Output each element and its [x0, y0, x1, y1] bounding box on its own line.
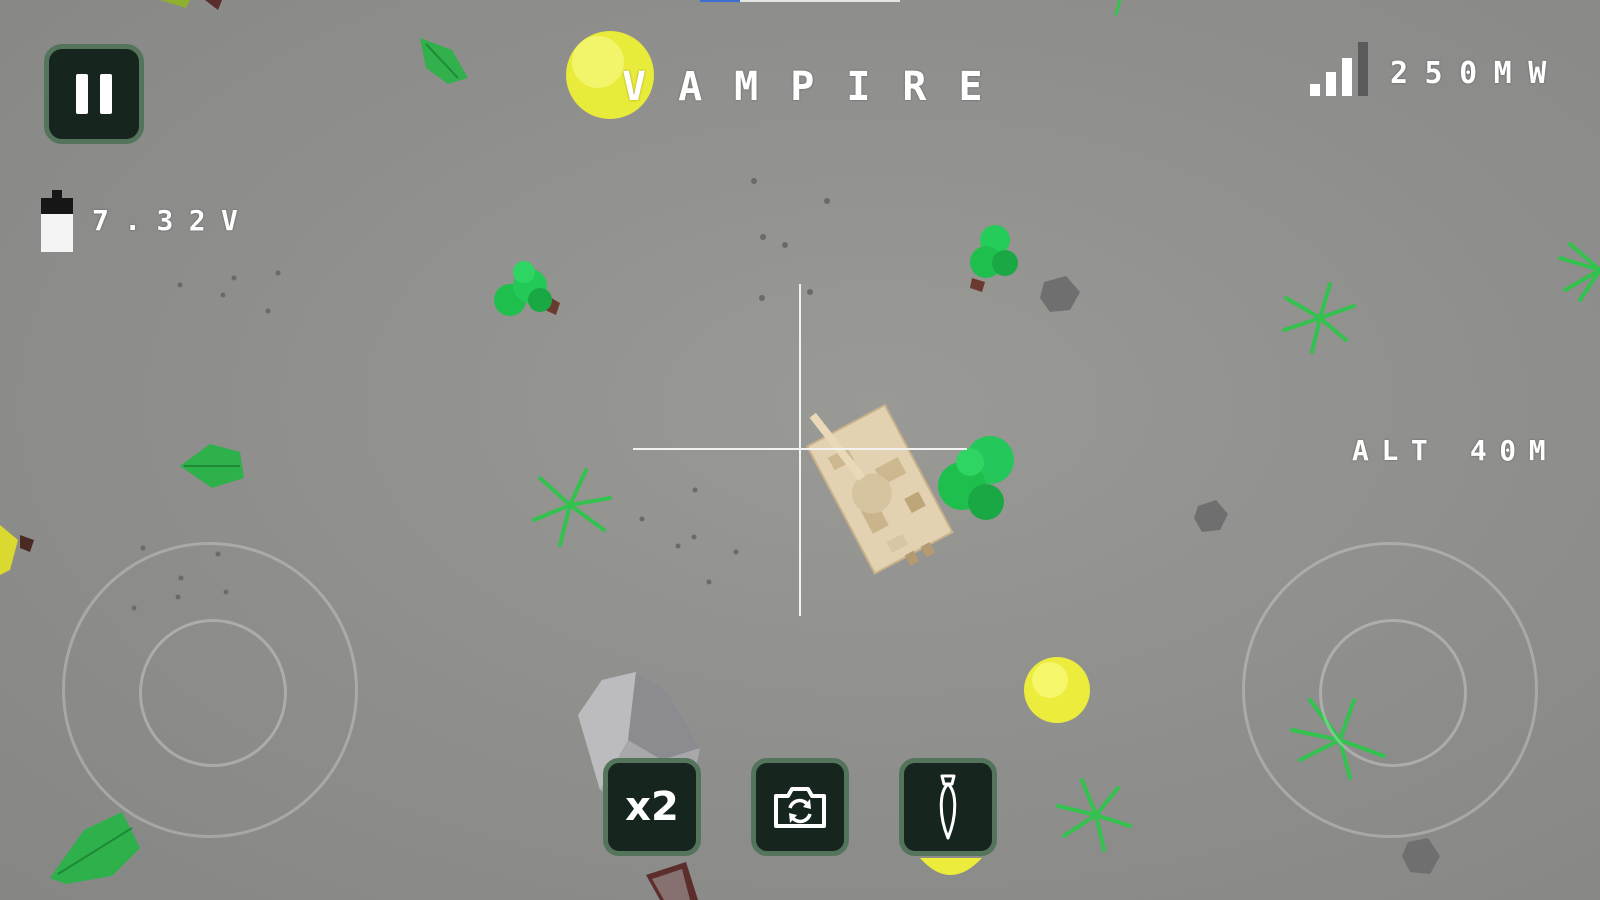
left-joystick[interactable]	[62, 542, 358, 838]
rock	[1040, 276, 1080, 312]
crosshair-vertical	[799, 284, 801, 616]
game-viewport[interactable]: VAMPIRE 250MW 7.32V ALT 40M x2	[0, 0, 1600, 900]
wooden-structure	[646, 862, 698, 900]
zoom-label: x2	[625, 784, 679, 830]
signal-power-readout: 250MW	[1390, 56, 1563, 91]
rock	[1402, 838, 1440, 874]
bomb-drop-button[interactable]	[899, 758, 997, 856]
camera-switch-icon	[774, 787, 826, 828]
battery-voltage-readout: 7.32V	[92, 204, 254, 237]
yellow-bush	[0, 525, 18, 575]
right-joystick-knob[interactable]	[1319, 619, 1467, 767]
bush-stem	[20, 535, 34, 552]
weapon-mode-label: VAMPIRE	[622, 64, 1015, 110]
bomb-drop-icon	[939, 774, 957, 840]
top-progress-fill	[700, 0, 740, 2]
bush-fragment	[160, 0, 190, 8]
leaf-bush	[50, 812, 140, 884]
signal-strength-icon	[1310, 42, 1380, 96]
leaf-bush	[180, 444, 244, 488]
zoom-button[interactable]: x2	[603, 758, 701, 856]
round-bush	[494, 261, 560, 316]
rock	[1194, 500, 1228, 532]
right-joystick[interactable]	[1242, 542, 1538, 838]
pause-icon	[76, 74, 112, 114]
yellow-bush	[1024, 657, 1090, 723]
yellow-bush	[920, 858, 982, 875]
pause-button[interactable]	[44, 44, 144, 144]
battery-icon	[41, 190, 73, 252]
top-progress-bar	[700, 0, 900, 2]
leaf-bush	[420, 38, 468, 84]
bush-fragment	[205, 0, 222, 10]
tank-target	[805, 403, 954, 575]
altitude-readout: ALT 40M	[1352, 434, 1559, 467]
camera-switch-button[interactable]	[751, 758, 849, 856]
left-joystick-knob[interactable]	[139, 619, 287, 767]
round-bush	[970, 225, 1018, 292]
